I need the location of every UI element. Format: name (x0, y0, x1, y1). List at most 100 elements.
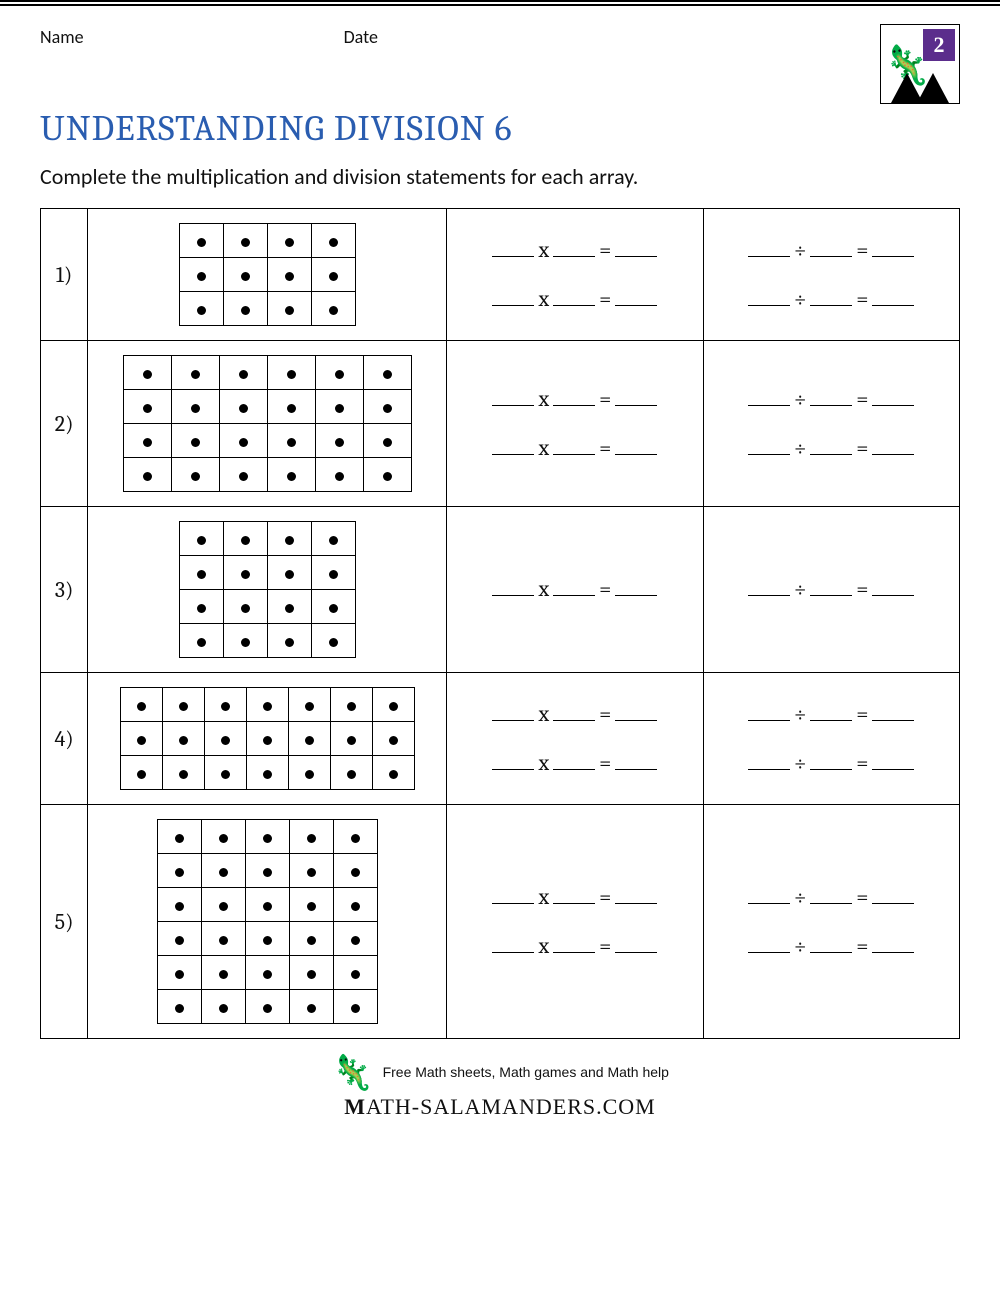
array-dot-cell (267, 390, 315, 424)
array-dot-cell (171, 356, 219, 390)
dot-icon (389, 702, 398, 711)
array-dot-cell (179, 258, 223, 292)
multiplication-statement: x= (451, 375, 698, 423)
dot-icon (241, 604, 250, 613)
dot-icon (137, 770, 146, 779)
array-dot-cell (162, 722, 204, 756)
dot-icon (241, 536, 250, 545)
dot-icon (197, 536, 206, 545)
array-dot-cell (311, 224, 355, 258)
array-dot-cell (372, 688, 414, 722)
dot-icon (219, 868, 228, 877)
array-dot-cell (123, 356, 171, 390)
division-cell: ÷=÷= (703, 673, 959, 805)
problem-row: 4)x=x=÷=÷= (41, 673, 960, 805)
dot-array (179, 521, 356, 658)
multiplication-cell: x=x= (447, 209, 703, 341)
dot-icon (179, 702, 188, 711)
dot-icon (335, 472, 344, 481)
dot-icon (263, 1004, 272, 1013)
dot-array (120, 687, 415, 790)
multiplication-cell: x=x= (447, 805, 703, 1039)
array-dot-cell (289, 990, 333, 1024)
dot-icon (197, 604, 206, 613)
dot-icon (241, 306, 250, 315)
dot-icon (347, 770, 356, 779)
multiplication-cell: x=x= (447, 341, 703, 507)
dot-icon (239, 370, 248, 379)
multiplication-statement: x= (451, 226, 698, 274)
dot-icon (143, 438, 152, 447)
dot-icon (239, 404, 248, 413)
array-dot-cell (289, 922, 333, 956)
dot-icon (143, 370, 152, 379)
dot-icon (197, 638, 206, 647)
footer-salamander-icon: 🦎 (331, 1053, 373, 1094)
array-dot-cell (333, 922, 377, 956)
array-cell (88, 673, 447, 805)
dot-array (123, 355, 412, 492)
array-dot-cell (267, 424, 315, 458)
dot-icon (307, 936, 316, 945)
problem-number: 1) (41, 209, 88, 341)
dot-icon (351, 868, 360, 877)
array-dot-cell (330, 756, 372, 790)
page-title: UNDERSTANDING DIVISION 6 (40, 108, 960, 149)
array-dot-cell (157, 956, 201, 990)
array-dot-cell (157, 922, 201, 956)
problem-number: 2) (41, 341, 88, 507)
division-cell: ÷=÷= (703, 805, 959, 1039)
dot-icon (219, 1004, 228, 1013)
header: Name Date 2 🦎 (40, 24, 960, 104)
array-dot-cell (333, 820, 377, 854)
array-dot-cell (123, 390, 171, 424)
division-statement: ÷= (708, 922, 955, 970)
array-dot-cell (246, 722, 288, 756)
dot-icon (241, 570, 250, 579)
dot-icon (241, 272, 250, 281)
dot-icon (329, 570, 338, 579)
array-dot-cell (363, 458, 411, 492)
multiplication-cell: x=x= (447, 673, 703, 805)
array-dot-cell (223, 624, 267, 658)
dot-icon (335, 370, 344, 379)
problem-row: 3)x=÷= (41, 507, 960, 673)
array-dot-cell (315, 390, 363, 424)
dot-icon (307, 902, 316, 911)
array-dot-cell (201, 922, 245, 956)
dot-icon (329, 638, 338, 647)
array-dot-cell (201, 854, 245, 888)
multiplication-statement: x= (451, 565, 698, 613)
array-dot-cell (201, 820, 245, 854)
dot-icon (285, 638, 294, 647)
array-dot-cell (267, 556, 311, 590)
array-dot-cell (223, 258, 267, 292)
dot-icon (175, 970, 184, 979)
dot-icon (305, 770, 314, 779)
array-dot-cell (267, 590, 311, 624)
dot-icon (287, 438, 296, 447)
array-dot-cell (311, 522, 355, 556)
dot-icon (307, 868, 316, 877)
worksheet-page: Name Date 2 🦎 UNDERSTANDING DIVISION 6 C… (0, 0, 1000, 1130)
array-dot-cell (333, 956, 377, 990)
array-dot-cell (171, 424, 219, 458)
array-dot-cell (363, 356, 411, 390)
problem-row: 5)x=x=÷=÷= (41, 805, 960, 1039)
dot-icon (179, 736, 188, 745)
multiplication-statement: x= (451, 275, 698, 323)
multiplication-cell: x= (447, 507, 703, 673)
division-statement: ÷= (708, 375, 955, 423)
array-dot-cell (246, 756, 288, 790)
dot-icon (389, 736, 398, 745)
dot-icon (307, 834, 316, 843)
array-cell (88, 341, 447, 507)
array-dot-cell (333, 990, 377, 1024)
multiplication-statement: x= (451, 424, 698, 472)
footer-tagline: Free Math sheets, Math games and Math he… (383, 1064, 669, 1080)
dot-icon (191, 438, 200, 447)
dot-icon (285, 306, 294, 315)
array-dot-cell (363, 390, 411, 424)
dot-icon (335, 438, 344, 447)
dot-icon (263, 770, 272, 779)
